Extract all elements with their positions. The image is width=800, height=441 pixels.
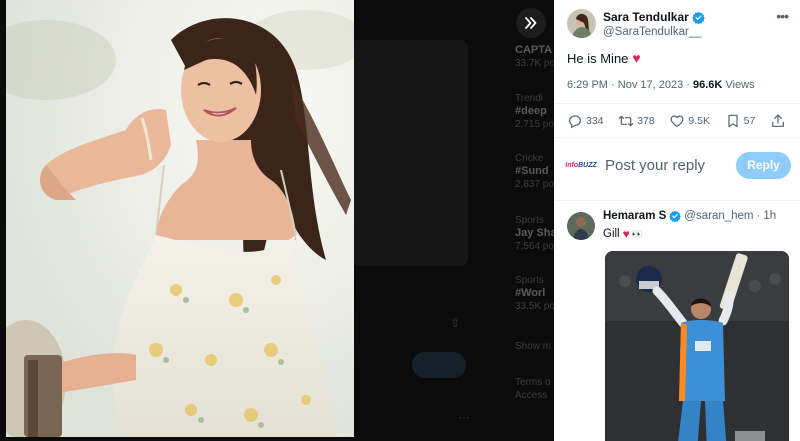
woman-portrait-image <box>6 0 354 437</box>
tweet-photo[interactable] <box>6 0 354 437</box>
eyes-emoji-icon: 👀 <box>631 228 643 239</box>
author-avatar[interactable] <box>567 9 596 38</box>
background-trend: Trendi #deep 2,715 po <box>515 93 554 130</box>
background-footer: Show m <box>515 341 552 352</box>
reply-action[interactable]: 334 <box>567 113 604 129</box>
views-label: Views <box>725 79 755 91</box>
reply-composer: Info BUZZ Post your reply Reply <box>565 151 791 179</box>
meta-separator: · <box>611 79 615 91</box>
heart-emoji-icon: ♥ <box>622 227 630 241</box>
views-count: 96.6K <box>693 79 723 91</box>
double-chevron-right-icon <box>525 17 537 29</box>
tweet-detail-panel: Sara Tendulkar @SaraTendulkar__ ••• He i… <box>554 0 800 441</box>
reply-text-content: Gill <box>603 228 620 240</box>
repost-count: 378 <box>637 115 655 127</box>
like-count: 9.5K <box>688 115 710 127</box>
more-options-icon[interactable]: ••• <box>776 8 789 24</box>
reply-header: Hemaram S @saran_hem · 1h <box>603 210 791 222</box>
author-avatar-image <box>567 9 596 38</box>
tweet-date[interactable]: Nov 17, 2023 <box>618 79 683 91</box>
reply-photo[interactable] <box>605 251 789 441</box>
like-heart-icon <box>670 115 684 128</box>
reply-text: Gill ♥ 👀 <box>603 227 791 241</box>
background-trend: Cricke #Sund 2,837 po <box>515 153 554 190</box>
background-trend: CAPTA 33.7K po <box>515 44 554 69</box>
tweet-actions: 334 378 9.5K 57 <box>567 113 789 129</box>
repost-icon <box>618 115 634 127</box>
tweet-text-content: He is Mine <box>567 50 629 66</box>
background-media-card <box>350 40 468 266</box>
repost-action[interactable]: 378 <box>618 113 655 129</box>
reply-author-name[interactable]: Hemaram S <box>603 210 666 222</box>
like-action[interactable]: 9.5K <box>669 113 710 129</box>
reply-time[interactable]: 1h <box>763 210 776 222</box>
bookmark-action[interactable]: 57 <box>725 113 756 129</box>
background-trend: Sports Jay Sha 7,564 po <box>515 215 554 252</box>
reply-icon <box>569 115 581 129</box>
bookmark-icon <box>728 114 738 128</box>
reply-separator: · <box>756 210 761 222</box>
reply-input[interactable]: Post your reply <box>605 157 736 174</box>
share-icon <box>772 114 784 127</box>
reply-author-handle[interactable]: @saran_hem <box>684 210 753 222</box>
heart-emoji-icon: ♥ <box>632 50 641 66</box>
background-more-icon: ··· <box>458 410 470 424</box>
divider <box>554 200 800 201</box>
cricketer-celebration-image <box>605 251 789 441</box>
divider <box>554 103 800 104</box>
background-share-icon: ⇧ <box>450 316 461 330</box>
verified-badge-icon <box>692 11 705 24</box>
author-handle[interactable]: @SaraTendulkar__ <box>603 26 705 38</box>
expand-panel-button[interactable] <box>516 8 546 38</box>
background-button <box>412 352 466 378</box>
meta-separator: · <box>686 79 690 91</box>
current-user-avatar[interactable]: Info BUZZ <box>565 151 597 179</box>
tweet-text: He is Mine ♥ <box>567 50 641 66</box>
share-action[interactable] <box>770 113 789 129</box>
tweet-author: Sara Tendulkar @SaraTendulkar__ <box>567 9 705 38</box>
divider <box>554 137 800 138</box>
reply-count: 334 <box>586 115 604 127</box>
reply-author-avatar[interactable] <box>567 212 595 240</box>
verified-badge-icon <box>669 210 682 222</box>
bookmark-count: 57 <box>743 115 756 127</box>
reply-button[interactable]: Reply <box>736 151 791 179</box>
avatar-logo-text: BUZZ <box>578 161 597 169</box>
background-footer: Terms o Access <box>515 377 551 401</box>
tweet-meta: 6:29 PM · Nov 17, 2023 · 96.6K Views <box>567 79 755 91</box>
author-name[interactable]: Sara Tendulkar <box>603 10 689 24</box>
background-trend: Sports #Worl 33.5K po <box>515 275 554 312</box>
tweet-time[interactable]: 6:29 PM <box>567 79 608 91</box>
avatar-logo-text: Info <box>565 161 579 169</box>
reply-author-avatar-image <box>567 212 595 240</box>
